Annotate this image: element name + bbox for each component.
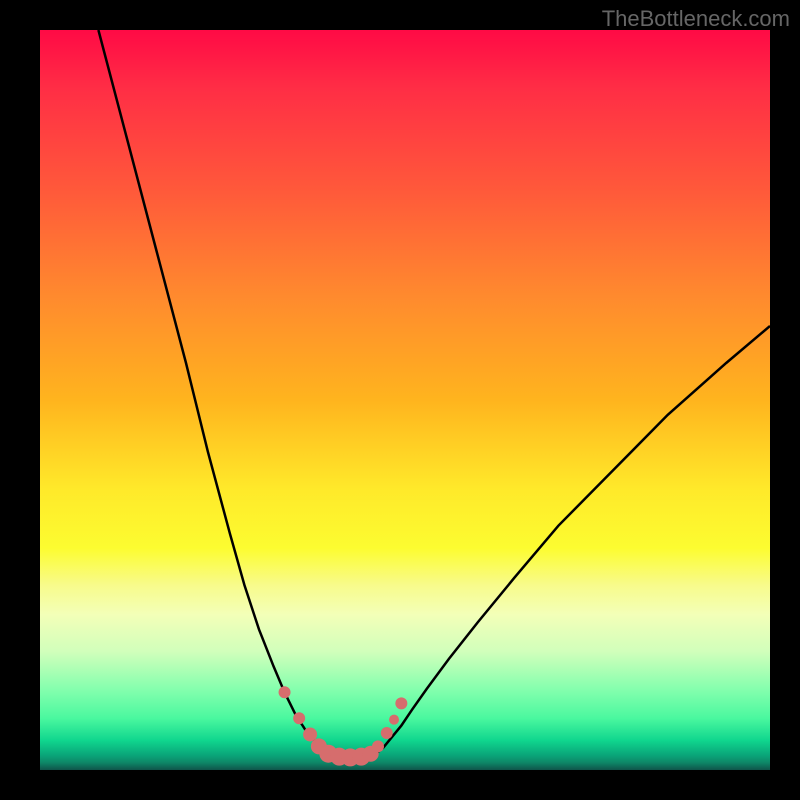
curve-group — [98, 30, 770, 757]
curve-right-curve — [369, 326, 771, 757]
marker-group — [279, 686, 408, 766]
marker-dot — [279, 686, 291, 698]
plot-area — [40, 30, 770, 770]
curve-left-curve — [98, 30, 339, 757]
chart-svg — [40, 30, 770, 770]
marker-dot — [389, 715, 399, 725]
marker-dot — [293, 712, 305, 724]
marker-dot — [381, 727, 393, 739]
marker-dot — [395, 697, 407, 709]
marker-dot — [372, 740, 384, 752]
watermark-text: TheBottleneck.com — [602, 6, 790, 32]
